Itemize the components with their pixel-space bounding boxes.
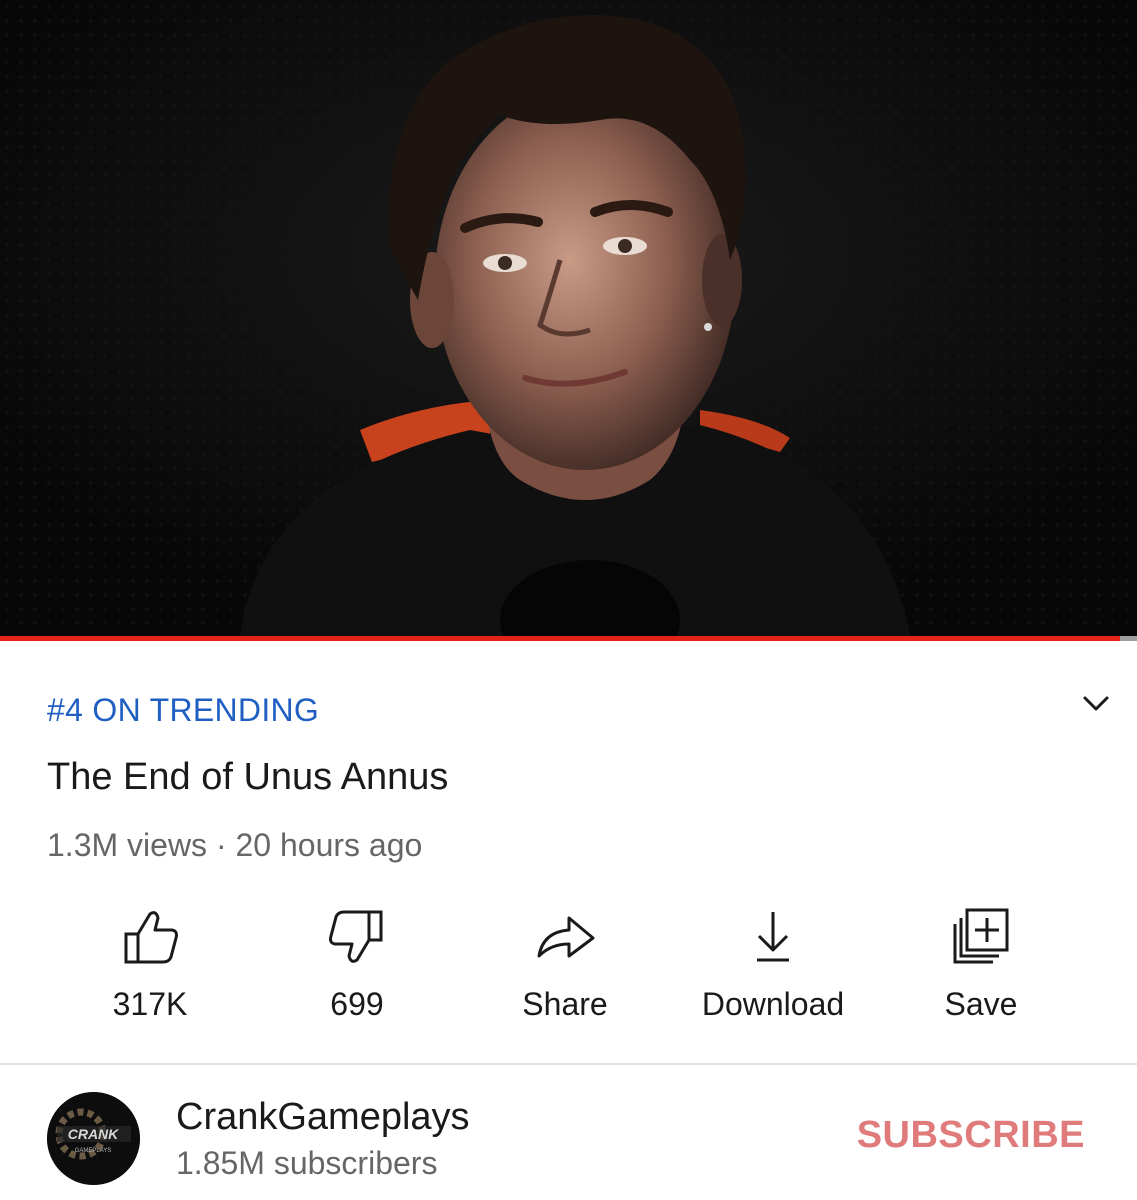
video-title: The End of Unus Annus [47, 756, 449, 798]
share-label: Share [522, 986, 608, 1022]
upload-time: 20 hours ago [235, 827, 423, 863]
channel-avatar[interactable]: CRANK GAMEPLAYS [47, 1092, 140, 1185]
video-meta: 1.3M views · 20 hours ago [47, 827, 422, 864]
save-button[interactable]: Save [881, 896, 1081, 1036]
meta-separator: · [215, 827, 227, 863]
thumbs-up-icon [124, 911, 178, 964]
video-frame [0, 0, 1137, 636]
dislike-count: 699 [330, 986, 384, 1022]
download-icon [757, 912, 789, 962]
download-button[interactable]: Download [673, 896, 873, 1036]
action-row: 317K 699 Share Download Save [0, 896, 1137, 1036]
thumbs-down-icon [329, 910, 383, 963]
share-arrow-icon [537, 916, 595, 958]
chevron-down-icon [1083, 696, 1109, 711]
channel-logo: CRANK GAMEPLAYS [47, 1092, 140, 1185]
dislike-button[interactable]: 699 [257, 896, 457, 1036]
expand-description-button[interactable] [1078, 688, 1114, 718]
subscriber-count: 1.85M subscribers [176, 1145, 438, 1181]
view-count: 1.3M views [47, 827, 208, 863]
like-button[interactable]: 317K [50, 896, 250, 1036]
download-label: Download [701, 986, 845, 1022]
svg-text:CRANK: CRANK [68, 1126, 119, 1142]
progress-bar-fill [0, 636, 1120, 641]
add-to-playlist-icon [953, 908, 1009, 964]
share-button[interactable]: Share [465, 896, 665, 1036]
divider [0, 1063, 1137, 1065]
progress-bar[interactable] [0, 636, 1137, 641]
save-label: Save [944, 986, 1018, 1022]
channel-name[interactable]: CrankGameplays [176, 1096, 470, 1139]
video-player[interactable] [0, 0, 1137, 636]
subscribe-button[interactable]: SUBSCRIBE [857, 1114, 1085, 1157]
svg-text:GAMEPLAYS: GAMEPLAYS [75, 1148, 112, 1154]
trending-badge[interactable]: #4 ON TRENDING [47, 692, 319, 729]
like-count: 317K [112, 986, 188, 1022]
